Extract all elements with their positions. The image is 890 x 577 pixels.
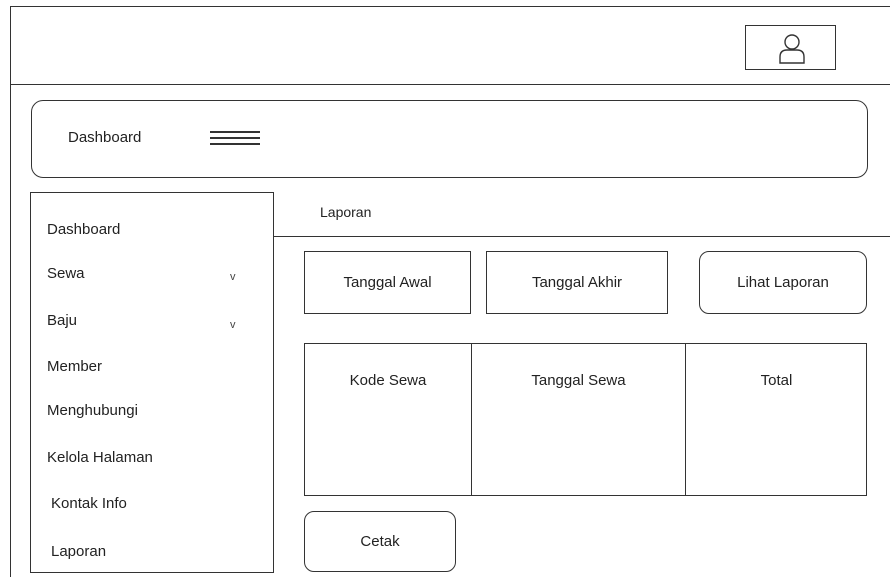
frame-left-border — [10, 6, 11, 577]
sidebar-item-kelola-halaman[interactable]: Kelola Halaman — [47, 449, 153, 466]
profile-button[interactable] — [745, 25, 836, 70]
dashboard-bar — [31, 100, 868, 178]
sidebar-item-sewa[interactable]: Sewa — [47, 265, 85, 282]
hamburger-icon[interactable] — [210, 131, 260, 145]
sidebar-item-member[interactable]: Member — [47, 358, 102, 375]
start-date-field[interactable]: Tanggal Awal — [304, 251, 471, 314]
section-title: Laporan — [320, 204, 372, 220]
baju-caret-icon[interactable]: v — [230, 319, 236, 331]
sewa-caret-icon[interactable]: v — [230, 271, 236, 283]
sidebar-item-kontak-info[interactable]: Kontak Info — [51, 495, 127, 512]
view-report-button[interactable]: Lihat Laporan — [699, 251, 867, 314]
table-column-divider — [685, 344, 686, 495]
sidebar-item-dashboard[interactable]: Dashboard — [47, 221, 120, 238]
end-date-field[interactable]: Tanggal Akhir — [486, 251, 668, 314]
sidebar: Dashboard Sewa v Baju v Member Menghubun… — [30, 192, 274, 573]
dashboard-bar-title: Dashboard — [68, 129, 142, 146]
table-header-tanggal-sewa: Tanggal Sewa — [531, 372, 626, 389]
report-table: Kode Sewa Tanggal Sewa Total — [304, 343, 867, 496]
sidebar-item-menghubungi[interactable]: Menghubungi — [47, 402, 138, 419]
table-header-kode-sewa: Kode Sewa — [349, 372, 427, 389]
sidebar-item-baju[interactable]: Baju — [47, 312, 77, 329]
table-column-divider — [471, 344, 472, 495]
header-divider — [10, 84, 890, 85]
content-divider — [274, 236, 890, 237]
print-button[interactable]: Cetak — [304, 511, 456, 572]
table-header-total: Total — [760, 372, 793, 389]
frame-top-border — [10, 6, 890, 7]
sidebar-item-laporan[interactable]: Laporan — [51, 543, 106, 560]
user-icon — [779, 34, 805, 64]
